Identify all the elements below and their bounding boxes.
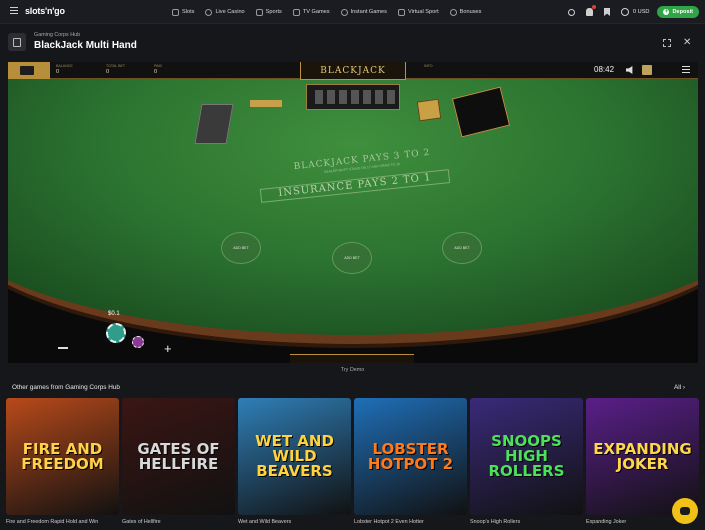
nav-label: Virtual Sport	[407, 9, 439, 15]
hud-balance-label: BALANCE	[56, 64, 73, 68]
bookmark-icon[interactable]	[604, 8, 610, 16]
game-caption[interactable]: Lobster Hotpot 2 Even Hotter	[354, 519, 467, 525]
bet-spot-right[interactable]: ADD BET	[442, 232, 482, 264]
game-thumbnail[interactable]: LOBSTER HOTPOT 2	[354, 398, 467, 515]
provider-name[interactable]: Gaming Corps Hub	[34, 32, 80, 38]
card-settings-icon[interactable]	[642, 65, 652, 75]
game-art-title: EXPANDING JOKER	[593, 439, 692, 473]
game-thumbnail[interactable]: FIRE AND FREEDOM	[6, 398, 119, 515]
provider-icon	[8, 33, 26, 51]
top-navigation: slots'n'go Slots Live Casino Sports TV G…	[0, 0, 705, 24]
hud-total-bet-value: 0	[106, 69, 110, 75]
nav-item-instant-games[interactable]: Instant Games	[340, 8, 387, 16]
game-art-title: SNOOPS HIGH ROLLERS	[488, 432, 565, 480]
site-logo[interactable]: slots'n'go	[25, 6, 65, 16]
nav-label: Bonuses	[459, 9, 482, 15]
close-icon[interactable]: ✕	[683, 37, 691, 48]
hud-info-label: INFO	[424, 64, 433, 68]
game-menu-icon[interactable]	[682, 66, 690, 74]
hud-info[interactable]: INFO	[424, 64, 433, 68]
chat-button[interactable]	[672, 498, 698, 524]
hud-balance-value: 0	[56, 69, 60, 75]
fullscreen-icon[interactable]	[663, 39, 671, 47]
search-icon[interactable]	[568, 8, 575, 16]
nav-item-bonuses[interactable]: Bonuses	[449, 8, 482, 16]
game-card[interactable]: FIRE AND FREEDOM Fire and Freedom Rapid …	[6, 398, 119, 525]
game-art-title: WET AND WILD BEAVERS	[255, 432, 334, 480]
table-ornament	[290, 354, 414, 363]
game-card[interactable]: WET AND WILD BEAVERS Wet and Wild Beaver…	[238, 398, 351, 525]
deposit-button[interactable]: + Deposit	[657, 6, 699, 18]
game-art-title: GATES OF HELLFIRE	[137, 439, 220, 473]
sound-icon[interactable]	[626, 66, 633, 74]
view-all-link[interactable]: All ›	[674, 384, 685, 391]
balance-display[interactable]: 0 USD	[633, 9, 649, 15]
user-icon[interactable]	[621, 8, 629, 16]
game-header: Gaming Corps Hub BlackJack Multi Hand ✕	[0, 24, 705, 62]
discard-tray	[416, 98, 442, 122]
nav-label: Sports	[265, 9, 282, 15]
account-area: 0 USD + Deposit	[557, 0, 699, 24]
blackjack-logo: BLACKJACK	[300, 62, 406, 80]
nav-item-live-casino[interactable]: Live Casino	[205, 8, 245, 16]
nav-label: Slots	[182, 9, 195, 15]
deposit-label: Deposit	[672, 9, 693, 15]
nav-item-virtual-sport[interactable]: Virtual Sport	[397, 8, 439, 16]
chip-option[interactable]	[132, 336, 144, 348]
hud-paid-value: 0	[154, 69, 158, 75]
table-plaque	[250, 100, 282, 107]
nav-label: TV Games	[302, 9, 330, 15]
notification-icon[interactable]	[586, 5, 596, 16]
increase-bet-button[interactable]: +	[164, 342, 172, 355]
other-games-title: Other games from Gaming Corps Hub	[12, 384, 120, 391]
chat-icon	[680, 507, 690, 515]
game-hud: BALANCE 0 TOTAL BET 0 PAID 0 BLACKJACK INFO…	[8, 62, 698, 80]
hud-paid-label: PAID	[154, 64, 163, 68]
game-caption[interactable]: Fire and Freedom Rapid Hold and Win	[6, 519, 119, 525]
game-title: BlackJack Multi Hand	[34, 40, 137, 51]
view-all-label: All	[674, 384, 682, 391]
game-art-title: LOBSTER HOTPOT 2	[367, 439, 454, 473]
main-nav: Slots Live Casino Sports TV Games Instan…	[172, 0, 492, 24]
game-thumbnail[interactable]: WET AND WILD BEAVERS	[238, 398, 351, 515]
game-card[interactable]: GATES OF HELLFIRE Gates of Hellfire	[122, 398, 235, 525]
bet-spot-left[interactable]: ADD BET	[221, 232, 261, 264]
hud-paid: PAID 0	[154, 64, 162, 75]
nav-label: Instant Games	[350, 9, 387, 15]
try-demo-link[interactable]: Try Demo	[0, 367, 705, 373]
game-card[interactable]: LOBSTER HOTPOT 2 Lobster Hotpot 2 Even H…	[354, 398, 467, 525]
gift-icon	[449, 8, 457, 16]
nav-item-tv-games[interactable]: TV Games	[292, 8, 330, 16]
virtual-icon	[397, 8, 405, 16]
plus-icon: +	[663, 9, 670, 15]
nav-label: Live Casino	[215, 9, 245, 15]
sports-icon	[255, 8, 263, 16]
nav-item-slots[interactable]: Slots	[172, 8, 195, 16]
slot-icon	[172, 8, 179, 16]
hud-total-bet-label: TOTAL BET	[106, 64, 126, 68]
game-art-title: FIRE AND FREEDOM	[21, 439, 104, 473]
game-thumbnail[interactable]: GATES OF HELLFIRE	[122, 398, 235, 515]
menu-icon[interactable]	[10, 7, 18, 15]
game-carousel: FIRE AND FREEDOM Fire and Freedom Rapid …	[6, 398, 705, 530]
game-frame[interactable]: BALANCE 0 TOTAL BET 0 PAID 0 BLACKJACK INFO…	[8, 62, 698, 363]
game-caption[interactable]: Gates of Hellfire	[122, 519, 235, 525]
cards-icon[interactable]	[8, 62, 50, 79]
game-thumbnail[interactable]: SNOOPS HIGH ROLLERS	[470, 398, 583, 515]
decrease-bet-button[interactable]	[58, 347, 68, 349]
chip-selected[interactable]	[106, 323, 126, 343]
nav-item-sports[interactable]: Sports	[255, 8, 282, 16]
game-card[interactable]: SNOOPS HIGH ROLLERS Snoop's High Rollers	[470, 398, 583, 525]
game-clock: 08:42	[594, 65, 615, 74]
chip-value: $0.1	[108, 311, 120, 317]
bet-spot-center[interactable]: ADD BET	[332, 242, 372, 274]
hud-balance: BALANCE 0	[56, 64, 73, 75]
chip-tray	[306, 84, 400, 110]
tv-icon	[292, 8, 300, 16]
game-caption[interactable]: Wet and Wild Beavers	[238, 519, 351, 525]
live-icon	[205, 8, 213, 16]
hud-total-bet: TOTAL BET 0	[106, 64, 125, 75]
rocket-icon	[340, 8, 348, 16]
game-caption[interactable]: Snoop's High Rollers	[470, 519, 583, 525]
